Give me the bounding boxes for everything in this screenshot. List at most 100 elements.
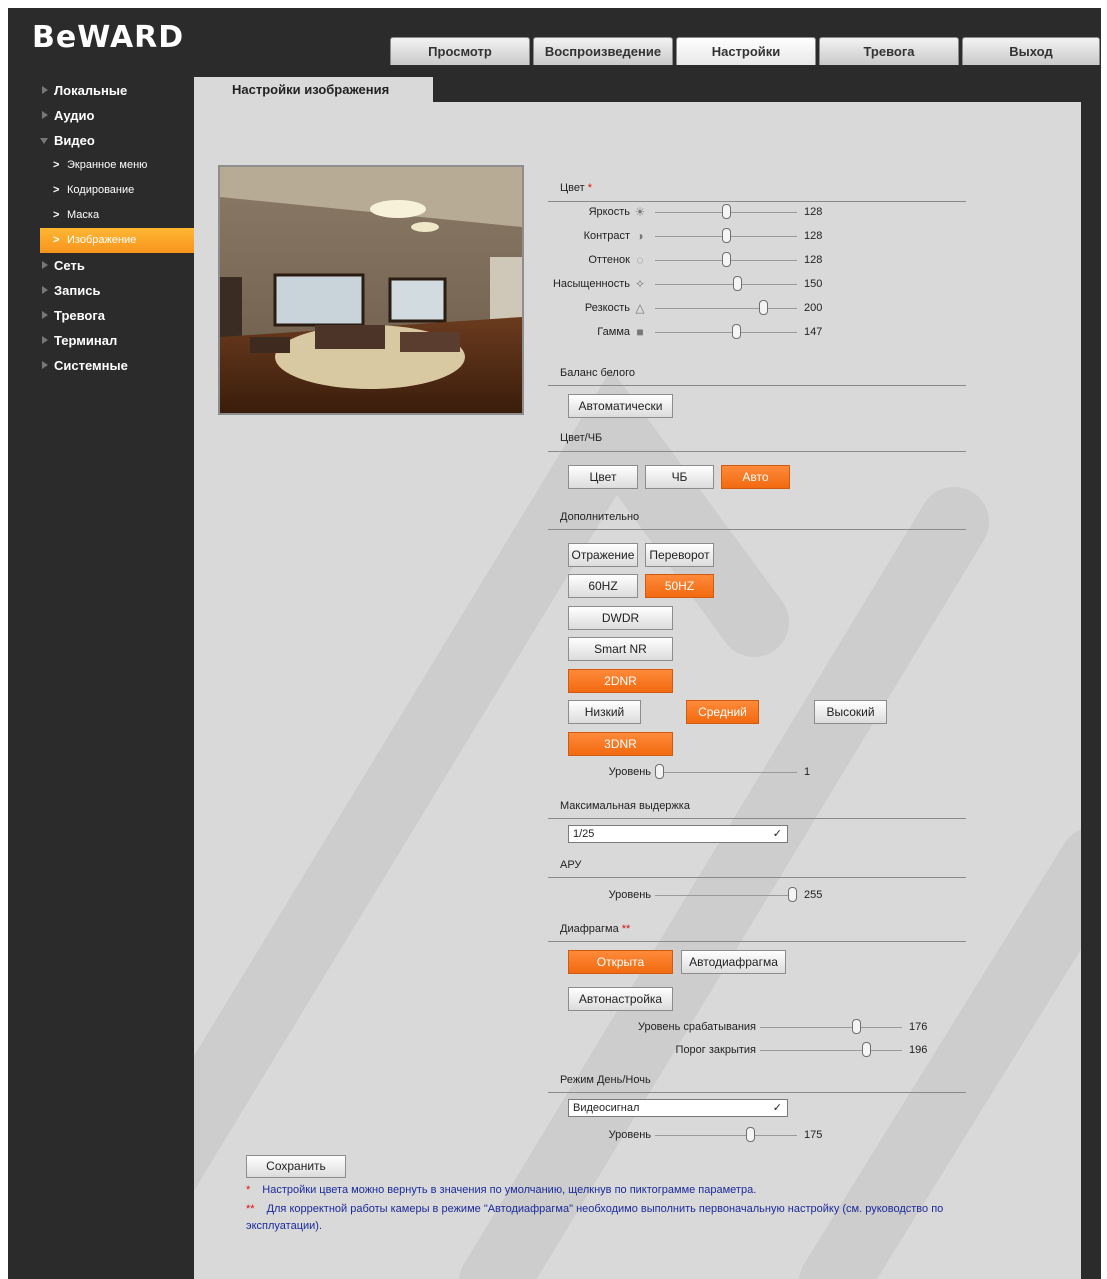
iris-open-button[interactable]: Открыта xyxy=(568,950,673,974)
white-balance-title: Баланс белого xyxy=(560,367,635,379)
agc-level-track[interactable] xyxy=(655,895,797,896)
sharpness-icon[interactable]: △ xyxy=(633,301,647,315)
note-text: Настройки цвета можно вернуть в значения… xyxy=(262,1184,757,1196)
image-settings-panel: Цвет * Баланс белого Автоматически Цвет/… xyxy=(194,102,1081,1279)
auto-mode-button[interactable]: Авто xyxy=(721,465,790,489)
sidebar-subitem-label: Экранное меню xyxy=(67,159,148,171)
required-mark: ** xyxy=(621,923,631,935)
trigger-level-label: Уровень срабатывания xyxy=(637,1021,756,1033)
nr-low-button[interactable]: Низкий xyxy=(568,700,641,724)
trigger-level-track[interactable] xyxy=(760,1027,902,1028)
color-slider-label: Резкость xyxy=(584,302,630,314)
divider xyxy=(548,1092,966,1093)
sidebar-item-record[interactable]: Запись xyxy=(8,278,194,303)
divider xyxy=(548,201,966,202)
trigger-level-thumb[interactable] xyxy=(851,1019,861,1034)
close-threshold-track[interactable] xyxy=(760,1050,902,1051)
sidebar-item-audio[interactable]: Аудио xyxy=(8,103,194,128)
agc-level-label: Уровень xyxy=(608,889,651,901)
color-slider-track[interactable] xyxy=(655,284,797,285)
auto-iris-button[interactable]: Автодиафрагма xyxy=(681,950,786,974)
color-slider-thumb[interactable] xyxy=(721,228,731,243)
advanced-title: Дополнительно xyxy=(560,511,640,523)
tab-settings[interactable]: Настройки xyxy=(676,37,816,65)
note-text: Для корректной работы камеры в режиме "А… xyxy=(246,1203,944,1232)
hue-icon[interactable]: ◌ xyxy=(633,253,647,267)
brightness-icon[interactable]: ☀ xyxy=(633,205,647,219)
sidebar-item-system[interactable]: Системные xyxy=(8,353,194,378)
color-slider-track[interactable] xyxy=(655,332,797,333)
app-frame: BeWARD Просмотр Воспроизведение Настройк… xyxy=(8,8,1101,1279)
bw-mode-button[interactable]: ЧБ xyxy=(645,465,714,489)
flip-button[interactable]: Переворот xyxy=(645,543,714,567)
sidebar-subitem-label: Изображение xyxy=(67,234,137,246)
3dnr-level-label: Уровень xyxy=(608,766,651,778)
saturation-icon[interactable]: ✧ xyxy=(633,277,647,291)
color-slider-thumb[interactable] xyxy=(731,324,741,339)
agc-level-thumb[interactable] xyxy=(788,887,797,902)
sidebar-subitem-encoding[interactable]: > Кодирование xyxy=(8,178,194,203)
max-exposure-select[interactable]: 1/25 ✓ xyxy=(568,825,788,843)
sidebar-item-label: Терминал xyxy=(54,333,118,348)
dwdr-button[interactable]: DWDR xyxy=(568,606,673,630)
day-night-select[interactable]: Видеосигнал ✓ xyxy=(568,1099,788,1117)
sidebar-subitem-image[interactable]: > Изображение xyxy=(40,228,194,253)
section-title-text: Цвет xyxy=(560,182,585,194)
color-slider-track[interactable] xyxy=(655,308,797,309)
close-threshold-thumb[interactable] xyxy=(862,1042,872,1057)
sidebar-item-label: Тревога xyxy=(54,308,106,323)
triangle-right-icon xyxy=(42,261,48,269)
gamma-icon[interactable]: ■ xyxy=(633,325,647,339)
day-night-level-thumb[interactable] xyxy=(746,1127,756,1142)
color-slider-thumb[interactable] xyxy=(721,204,731,219)
3dnr-level-track[interactable] xyxy=(655,772,797,773)
sidebar-item-terminal[interactable]: Терминал xyxy=(8,328,194,353)
sidebar-subitem-mask[interactable]: > Маска xyxy=(8,203,194,228)
save-button[interactable]: Сохранить xyxy=(246,1155,346,1178)
color-slider-thumb[interactable] xyxy=(733,276,743,291)
tab-view[interactable]: Просмотр xyxy=(390,37,530,65)
50hz-button[interactable]: 50HZ xyxy=(645,574,714,598)
tab-alarm[interactable]: Тревога xyxy=(819,37,959,65)
content-tab-image-settings[interactable]: Настройки изображения xyxy=(194,77,433,102)
60hz-button[interactable]: 60HZ xyxy=(568,574,638,598)
day-night-level-value: 175 xyxy=(804,1129,823,1141)
sidebar-subitem-label: Кодирование xyxy=(67,184,135,196)
mirror-button[interactable]: Отражение xyxy=(568,543,638,567)
day-night-level-track[interactable] xyxy=(655,1135,797,1136)
chevron-right-icon: > xyxy=(53,209,60,221)
auto-setup-button[interactable]: Автонастройка xyxy=(568,987,673,1011)
nr-high-button[interactable]: Высокий xyxy=(814,700,887,724)
auto-white-balance-button[interactable]: Автоматически xyxy=(568,394,673,418)
divider xyxy=(548,941,966,942)
3dnr-button[interactable]: 3DNR xyxy=(568,732,673,756)
chevron-down-icon: ✓ xyxy=(772,1102,782,1114)
contrast-icon[interactable]: ◑ xyxy=(633,229,647,243)
tab-playback[interactable]: Воспроизведение xyxy=(533,37,673,65)
2dnr-button[interactable]: 2DNR xyxy=(568,669,673,693)
trigger-level-value: 176 xyxy=(909,1021,928,1033)
sidebar-item-video[interactable]: Видео xyxy=(8,128,194,153)
color-slider-thumb[interactable] xyxy=(759,300,769,315)
note-auto-iris: ** Для корректной работы камеры в режиме … xyxy=(246,1201,1006,1235)
beward-logo: BeWARD xyxy=(32,20,185,55)
sidebar-item-label: Локальные xyxy=(54,83,128,98)
tab-exit[interactable]: Выход xyxy=(962,37,1100,65)
sidebar-item-label: Системные xyxy=(54,358,128,373)
select-value: 1/25 xyxy=(573,828,595,840)
divider xyxy=(548,818,966,819)
section-title-text: Диафрагма xyxy=(560,923,619,935)
color-mode-button[interactable]: Цвет xyxy=(568,465,638,489)
sidebar-item-local[interactable]: Локальные xyxy=(8,78,194,103)
nr-medium-button[interactable]: Средний xyxy=(686,700,759,724)
sidebar-subitem-osd[interactable]: > Экранное меню xyxy=(8,153,194,178)
color-slider-thumb[interactable] xyxy=(721,252,731,267)
sidebar-item-network[interactable]: Сеть xyxy=(8,253,194,278)
smart-nr-button[interactable]: Smart NR xyxy=(568,637,673,661)
3dnr-level-thumb[interactable] xyxy=(655,764,664,779)
triangle-right-icon xyxy=(42,286,48,294)
triangle-right-icon xyxy=(42,361,48,369)
sidebar-item-alarm[interactable]: Тревога xyxy=(8,303,194,328)
agc-level-value: 255 xyxy=(804,889,823,901)
color-section-title: Цвет * xyxy=(560,182,592,194)
